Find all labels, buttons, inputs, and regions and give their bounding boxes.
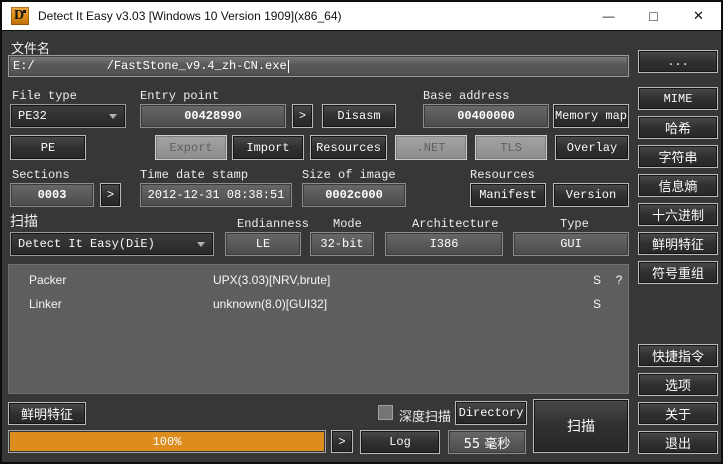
result-signature-link[interactable]: S [587, 295, 607, 313]
result-value: unknown(8.0)[GUI32] [213, 295, 327, 313]
text-caret [288, 60, 289, 73]
window-controls: — □ ✕ [586, 2, 721, 30]
sidebar-more-button[interactable]: ... [638, 50, 718, 73]
base-address-field: 00400000 [423, 104, 549, 128]
chevron-down-icon [197, 242, 205, 247]
sidebar-options-button[interactable]: 选项 [638, 373, 718, 396]
resources-label: Resources [470, 168, 535, 182]
architecture-label: Architecture [412, 217, 498, 231]
version-button[interactable]: Version [553, 183, 629, 207]
sections-field: 0003 [10, 183, 94, 207]
app-window: D Detect It Easy v3.03 [Windows 10 Versi… [0, 0, 723, 464]
sidebar-hex-button[interactable]: 十六进制 [638, 203, 718, 226]
sidebar-entropy-button[interactable]: 信息熵 [638, 174, 718, 197]
dotnet-button: .NET [395, 135, 467, 160]
architecture-field: I386 [385, 232, 503, 256]
sidebar-strings-button[interactable]: 字符串 [638, 145, 718, 168]
sidebar-signatures-button[interactable]: 鲜明特征 [638, 232, 718, 255]
file-type-combo[interactable]: PE32 [10, 104, 126, 128]
sections-label: Sections [12, 168, 70, 182]
sidebar-exit-button[interactable]: 退出 [638, 431, 718, 454]
file-path-input[interactable]: E:/ /FastStone_v9.4_zh-CN.exe [8, 55, 629, 77]
deep-scan-label: 深度扫描 [399, 406, 451, 425]
scan-progress-bar: 100% [8, 430, 326, 453]
result-row-linker[interactable]: Linker unknown(8.0)[GUI32] S [9, 295, 628, 313]
pe-button[interactable]: PE [10, 135, 86, 160]
result-name: Packer [29, 271, 66, 289]
scan-label: 扫描 [10, 211, 38, 231]
sidebar-shortcuts-button[interactable]: 快捷指令 [638, 344, 718, 367]
window-title: Detect It Easy v3.03 [Windows 10 Version… [38, 9, 342, 23]
size-of-image-label: Size of image [302, 168, 396, 182]
file-path-text: E:/ /FastStone_v9.4_zh-CN.exe [13, 59, 287, 73]
import-button[interactable]: Import [232, 135, 304, 160]
scan-results-panel: Packer UPX(3.03)[NRV,brute] S ? Linker u… [8, 264, 629, 394]
log-button[interactable]: Log [360, 430, 440, 454]
endianness-field: LE [225, 232, 301, 256]
entry-point-goto-button[interactable]: > [292, 104, 313, 128]
base-address-label: Base address [423, 89, 509, 103]
time-date-stamp-field: 2012-12-31 08:38:51 [140, 183, 292, 207]
file-type-value: PE32 [18, 109, 47, 123]
scan-time-field: 55 毫秒 [448, 430, 526, 454]
entry-point-field: 00428990 [140, 104, 286, 128]
file-type-label: File type [12, 89, 77, 103]
result-value: UPX(3.03)[NRV,brute] [213, 271, 330, 289]
title-bar: D Detect It Easy v3.03 [Windows 10 Versi… [2, 2, 721, 31]
progress-fill: 100% [10, 432, 324, 451]
size-of-image-field: 0002c000 [302, 183, 406, 207]
result-help-link[interactable]: ? [609, 271, 629, 289]
result-row-packer[interactable]: Packer UPX(3.03)[NRV,brute] S ? [9, 271, 628, 289]
memory-map-button[interactable]: Memory map [553, 104, 629, 128]
entry-point-label: Entry point [140, 89, 219, 103]
disasm-button[interactable]: Disasm [322, 104, 396, 128]
sidebar-about-button[interactable]: 关于 [638, 402, 718, 425]
resources-button[interactable]: Resources [310, 135, 387, 160]
minimize-button[interactable]: — [586, 2, 631, 30]
overlay-button[interactable]: Overlay [555, 135, 629, 160]
scan-engine-value: Detect It Easy(DiE) [18, 237, 155, 251]
sidebar-demangle-button[interactable]: 符号重组 [638, 261, 718, 284]
chevron-down-icon [109, 114, 117, 119]
tls-button: TLS [475, 135, 547, 160]
signatures-button[interactable]: 鲜明特征 [8, 402, 86, 425]
logo-dot [23, 10, 26, 13]
mode-label: Mode [333, 217, 362, 231]
scan-button[interactable]: 扫描 [533, 399, 629, 453]
manifest-button[interactable]: Manifest [470, 183, 546, 207]
type-field: GUI [513, 232, 629, 256]
type-label: Type [560, 217, 589, 231]
time-date-stamp-label: Time date stamp [140, 168, 248, 182]
sections-goto-button[interactable]: > [100, 183, 121, 207]
mode-field: 32-bit [310, 232, 374, 256]
progress-expand-button[interactable]: > [331, 430, 353, 453]
app-logo-icon: D [11, 7, 29, 25]
endianness-label: Endianness [237, 217, 309, 231]
result-name: Linker [29, 295, 62, 313]
maximize-button[interactable]: □ [631, 2, 676, 30]
close-button[interactable]: ✕ [676, 2, 721, 30]
deep-scan-checkbox[interactable] [378, 405, 393, 420]
sidebar-mime-button[interactable]: MIME [638, 87, 718, 110]
directory-button[interactable]: Directory [455, 401, 527, 425]
sidebar-hash-button[interactable]: 哈希 [638, 116, 718, 139]
result-signature-link[interactable]: S [587, 271, 607, 289]
export-button: Export [155, 135, 227, 160]
scan-engine-combo[interactable]: Detect It Easy(DiE) [10, 232, 214, 256]
